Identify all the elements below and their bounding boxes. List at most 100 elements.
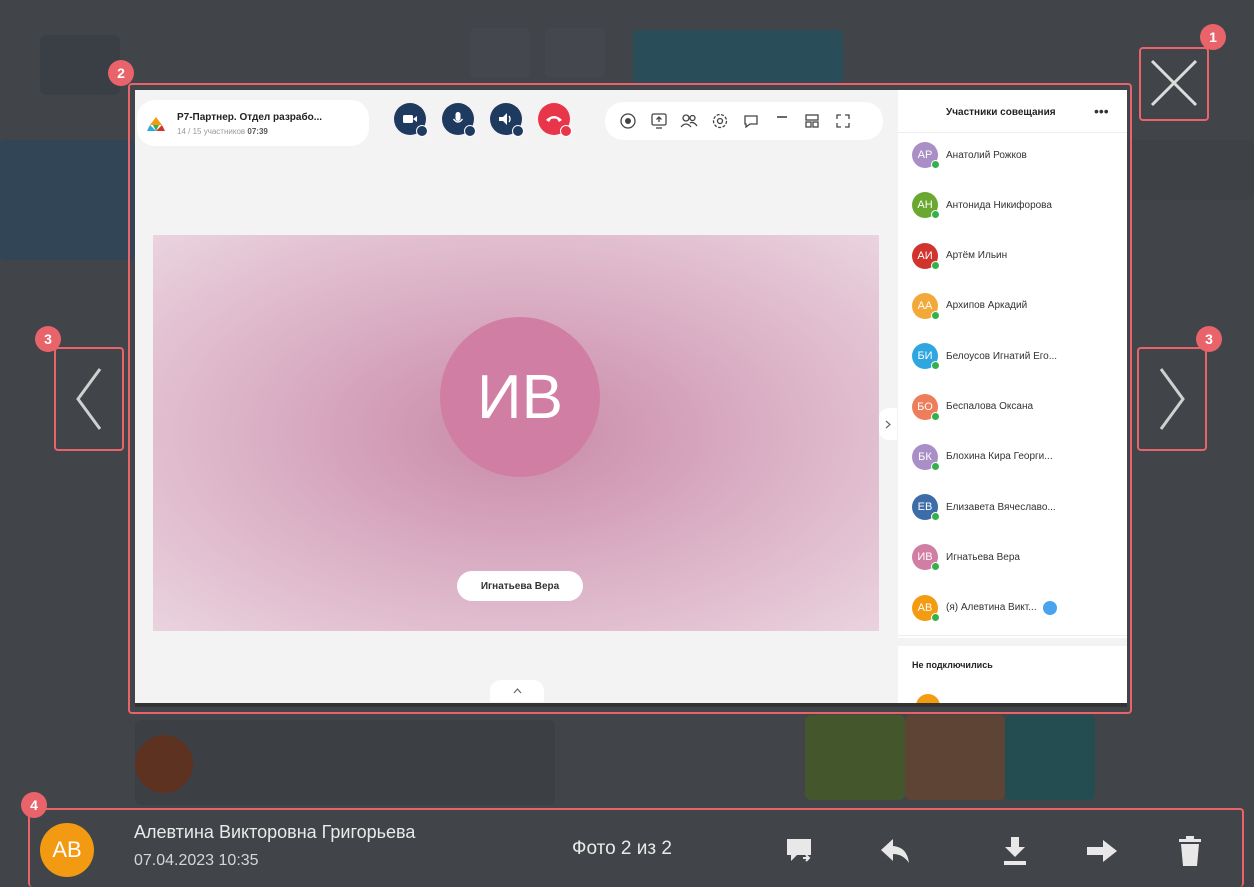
participant-name: (я) Алевтина Викт... — [946, 602, 1037, 614]
forward-icon — [1087, 840, 1117, 862]
video-tile: ИВ Игнатьева Вера — [153, 235, 879, 631]
forward-button[interactable] — [1085, 834, 1119, 868]
participant-name: Блохина Кира Георги... — [946, 451, 1053, 463]
reply-icon — [881, 839, 909, 863]
participant-avatar: БК — [912, 443, 940, 471]
online-status-dot — [931, 411, 940, 421]
photo-counter: Фото 2 из 2 — [572, 838, 672, 859]
toolbar-expand-button[interactable] — [490, 680, 544, 702]
hang-up-button[interactable] — [538, 103, 572, 137]
screen-share-icon[interactable] — [650, 112, 668, 130]
author-name: Алевтина Викторовна Григорьева — [134, 822, 416, 842]
callout-box-prev — [54, 347, 124, 451]
participant-initials: АА — [917, 299, 933, 312]
online-status-dot — [931, 260, 940, 270]
layout-icon[interactable] — [803, 112, 821, 130]
participants-header: Участники совещания — [946, 107, 1056, 118]
panel-toggle-button[interactable] — [879, 408, 897, 440]
participants-panel: Участники совещания ••• АР Анатолий Рожко… — [898, 90, 1127, 638]
speaker-avatar: ИВ — [440, 317, 600, 477]
more-options-icon[interactable]: ••• — [1094, 103, 1109, 119]
callout-badge-3-left: 3 — [35, 326, 61, 352]
participant-initials: АИ — [917, 249, 933, 262]
callout-badge-1: 1 — [1200, 24, 1226, 50]
participant-avatar: АР — [912, 142, 940, 169]
participant-avatar: АА — [912, 292, 940, 320]
camera-button[interactable] — [394, 103, 428, 137]
photo-preview: Р7-Партнер. Отдел разрабо... 14 / 15 уча… — [135, 90, 1127, 707]
participant-row[interactable]: БК Блохина Кира Георги... — [912, 442, 1053, 472]
chevron-up-small-icon — [513, 688, 521, 694]
participant-initials: БО — [917, 400, 933, 413]
chat-icon[interactable] — [742, 112, 760, 130]
participant-avatar: БО — [912, 393, 940, 421]
participant-row[interactable]: БИ Белоусов Игнатий Его... — [912, 341, 1057, 371]
hang-up-icon — [546, 116, 562, 122]
participant-initials: БИ — [917, 350, 933, 363]
reply-button[interactable] — [878, 834, 912, 868]
online-status-dot — [931, 310, 940, 320]
speaker-icon — [499, 113, 511, 125]
camera-icon — [403, 115, 417, 123]
online-status-dot — [931, 461, 940, 471]
not-connected-section: Не подключились — [898, 646, 1127, 703]
download-button[interactable] — [998, 834, 1032, 868]
online-status-dot — [931, 210, 940, 220]
online-status-dot — [931, 160, 940, 169]
moderator-badge-icon — [1042, 600, 1057, 615]
callout-box-next — [1137, 347, 1207, 451]
not-connected-header: Не подключились — [912, 660, 993, 670]
speaker-name-label: Игнатьева Вера — [457, 571, 583, 601]
participant-row[interactable]: АИ Артём Ильин — [912, 241, 1007, 271]
participants-icon[interactable] — [680, 112, 698, 130]
participant-row[interactable]: АА Архипов Аркадий — [912, 291, 1027, 321]
record-icon[interactable] — [619, 112, 637, 130]
online-status-dot — [931, 612, 940, 622]
app-logo-icon — [147, 117, 165, 131]
participant-name: Белоусов Игнатий Его... — [946, 350, 1058, 362]
trash-icon — [1179, 836, 1201, 866]
tools-pill — [605, 102, 883, 140]
participant-avatar: АН — [912, 192, 940, 220]
participant-name: Анатолий Рожков — [946, 149, 1027, 161]
chevron-right-small-icon — [885, 420, 891, 428]
participant-row[interactable]: БО Беспалова Оксана — [912, 392, 1033, 422]
participant-avatar: АИ — [912, 242, 940, 270]
comment-button[interactable] — [782, 834, 816, 868]
online-status-dot — [931, 562, 940, 572]
callout-badge-2: 2 — [108, 60, 134, 86]
participant-name: Артём Ильин — [946, 250, 1008, 262]
microphone-button[interactable] — [442, 103, 476, 137]
settings-icon[interactable] — [711, 112, 729, 130]
participant-row[interactable]: АР Анатолий Рожков — [912, 140, 1027, 170]
participant-avatar: ИВ — [912, 544, 940, 572]
participant-name: Игнатьева Вера — [946, 551, 1020, 563]
speaker-button[interactable] — [490, 103, 524, 137]
minimize-icon[interactable] — [773, 112, 791, 130]
participant-name: Беспалова Оксана — [946, 401, 1034, 412]
participant-row[interactable]: АН Антонида Никифорова — [912, 190, 1052, 220]
participant-avatar: ЕВ — [912, 494, 940, 522]
participant-row[interactable]: АВ (я) Алевтина Викт... — [912, 593, 1057, 623]
participant-initials: АН — [917, 199, 933, 212]
participant-row[interactable]: ИВ Игнатьева Вера — [912, 542, 1020, 572]
meeting-title: Р7-Партнер. Отдел разрабо... — [177, 112, 323, 123]
delete-button[interactable] — [1173, 834, 1207, 868]
meeting-count: 14 / 15 участников — [177, 127, 246, 136]
online-status-dot — [931, 512, 940, 522]
participant-row[interactable]: ЕВ Елизавета Вячеславо... — [912, 492, 1056, 522]
participant-initials: ЕВ — [917, 501, 933, 514]
participant-name: Елизавета Вячеславо... — [946, 501, 1056, 513]
download-icon — [1004, 837, 1026, 865]
participant-initials: АВ — [917, 601, 933, 614]
participant-initials: БК — [918, 450, 932, 463]
callout-badge-3-right: 3 — [1196, 326, 1222, 352]
meeting-timer: 07:39 — [247, 127, 268, 136]
participant-name: Архипов Аркадий — [946, 300, 1028, 312]
photo-footer: AB Алевтина Викторовна Григорьева 07.04.… — [30, 810, 1242, 887]
participant-avatar: АВ — [912, 594, 940, 622]
participant-name: Антонида Никифорова — [946, 199, 1052, 211]
participant-initials: ИВ — [917, 551, 933, 564]
comment-icon — [787, 839, 811, 862]
fullscreen-icon[interactable] — [834, 112, 852, 130]
